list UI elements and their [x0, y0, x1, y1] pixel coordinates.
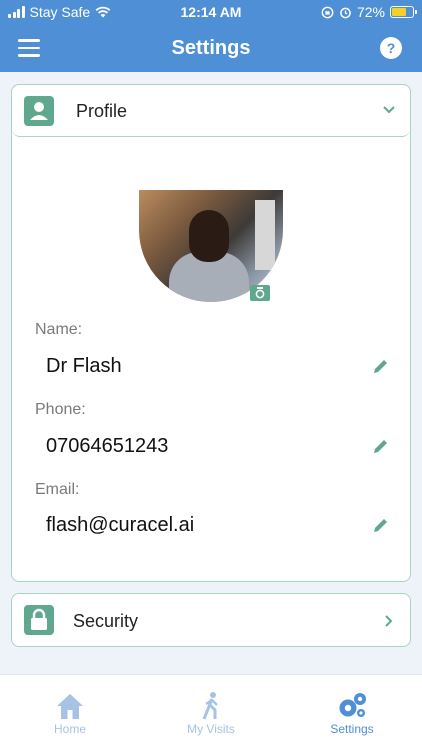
phone-value: 07064651243 — [46, 435, 169, 457]
bottom-tab-bar: Home My Visits Settings — [0, 674, 422, 750]
tab-home-label: Home — [53, 722, 86, 736]
profile-header[interactable]: Profile — [12, 85, 410, 137]
orientation-lock-icon — [321, 6, 334, 18]
edit-email-pencil-icon[interactable] — [372, 516, 390, 534]
profile-card: Profile Name: Dr Flash Phone: 0706465124… — [11, 84, 411, 582]
email-label: Email: — [35, 481, 80, 498]
security-title: Security — [73, 611, 139, 631]
alarm-icon — [340, 7, 351, 18]
tab-settings[interactable]: Settings — [282, 675, 422, 750]
tab-home[interactable]: Home — [0, 675, 140, 750]
chevron-right-icon — [385, 615, 393, 627]
phone-label: Phone: — [35, 401, 86, 418]
app-header: Settings ? — [0, 26, 422, 72]
edit-phone-pencil-icon[interactable] — [372, 437, 390, 455]
home-icon — [57, 694, 83, 719]
gears-icon — [339, 693, 366, 717]
status-bar: Stay Safe 12:14 AM 72% — [0, 0, 422, 26]
tab-settings-label: Settings — [330, 722, 374, 736]
user-icon — [24, 96, 54, 126]
email-value: flash@curacel.ai — [46, 514, 195, 536]
help-button[interactable]: ? — [380, 37, 402, 59]
profile-title: Profile — [76, 101, 128, 121]
top-bar: Stay Safe 12:14 AM 72% Settings ? — [0, 0, 422, 72]
name-value: Dr Flash — [46, 355, 122, 377]
page-title: Settings — [171, 37, 251, 59]
security-card[interactable]: Security — [11, 593, 411, 647]
tab-my-visits[interactable]: My Visits — [141, 675, 281, 750]
tab-my-visits-label: My Visits — [187, 722, 235, 736]
edit-name-pencil-icon[interactable] — [372, 357, 390, 375]
lock-icon — [24, 605, 54, 635]
name-label: Name: — [35, 321, 83, 338]
walking-person-icon — [202, 692, 218, 720]
battery-icon — [390, 6, 417, 18]
chevron-down-icon — [383, 106, 395, 114]
battery-percent: 72% — [356, 4, 385, 20]
camera-icon[interactable] — [250, 285, 270, 301]
